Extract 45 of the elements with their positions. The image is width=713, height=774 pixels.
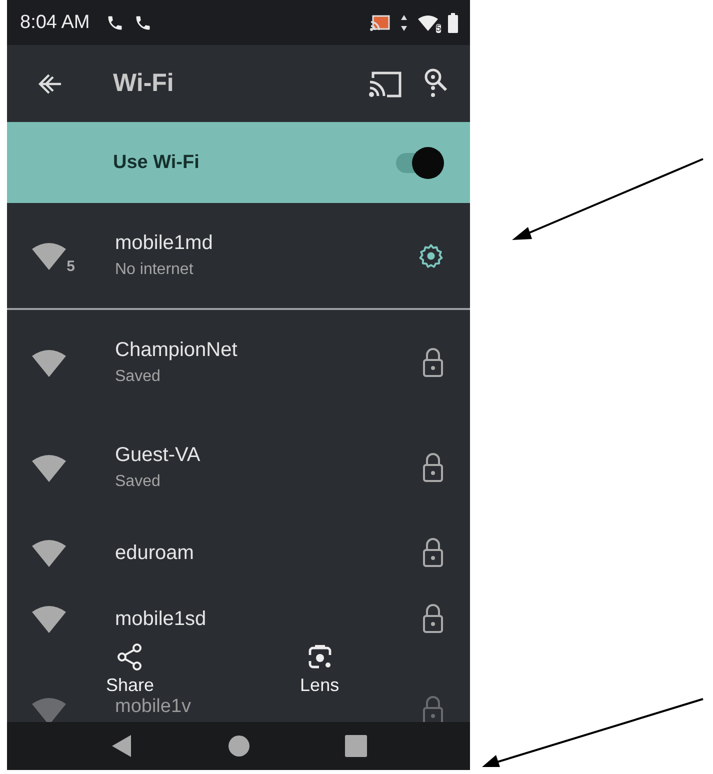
- lock-icon: [422, 604, 444, 634]
- network-row[interactable]: Guest-VA Saved: [7, 415, 470, 520]
- lock-icon: [422, 452, 444, 482]
- network-name: Guest-VA: [115, 444, 200, 467]
- network-row[interactable]: mobile1v: [7, 696, 470, 722]
- home-button-icon[interactable]: [228, 735, 250, 757]
- toggle-label: Use Wi-Fi: [113, 152, 200, 174]
- use-wifi-row[interactable]: Use Wi-Fi: [7, 122, 470, 203]
- page-title: Wi-Fi: [113, 69, 174, 98]
- phone-icon: [134, 14, 152, 32]
- battery-icon: [448, 12, 458, 32]
- lock-icon: [422, 538, 444, 568]
- phone-icon: [106, 14, 124, 32]
- wifi-signal-icon: [31, 348, 67, 378]
- wifi-signal-icon: [31, 604, 67, 634]
- network-name: mobile1md: [115, 232, 213, 255]
- network-row[interactable]: ChampionNet Saved: [7, 310, 470, 415]
- recents-button-icon[interactable]: [344, 735, 366, 757]
- lock-icon: [422, 348, 444, 378]
- status-time: 8:04 AM: [20, 12, 90, 34]
- cast-status-icon: [370, 14, 390, 32]
- network-status: Saved: [115, 368, 162, 386]
- share-icon: [117, 643, 144, 671]
- network-status: Saved: [115, 473, 162, 491]
- back-arrow-icon[interactable]: [37, 72, 63, 96]
- wifi-signal-icon: [31, 240, 67, 270]
- network-name: mobile1v: [115, 696, 192, 718]
- back-button-icon[interactable]: [110, 734, 132, 758]
- search-icon[interactable]: [422, 68, 450, 100]
- wifi-signal-icon: [31, 452, 67, 482]
- network-row[interactable]: eduroam: [7, 520, 470, 586]
- network-status: No internet: [115, 261, 194, 279]
- network-row[interactable]: 5 mobile1md No internet: [7, 203, 470, 308]
- lens-icon: [306, 643, 333, 671]
- wifi-signal-icon: [418, 14, 438, 30]
- wifi-signal-icon: [31, 538, 67, 568]
- settings-icon[interactable]: [418, 242, 444, 268]
- data-arrows-icon: [400, 14, 408, 32]
- cast-icon[interactable]: [368, 70, 402, 98]
- network-name: eduroam: [115, 542, 194, 564]
- wifi-switch[interactable]: [394, 146, 444, 178]
- network-name: mobile1sd: [115, 608, 206, 630]
- band-label: 5: [66, 258, 75, 274]
- band-label: 5: [436, 24, 441, 32]
- network-name: ChampionNet: [115, 339, 238, 362]
